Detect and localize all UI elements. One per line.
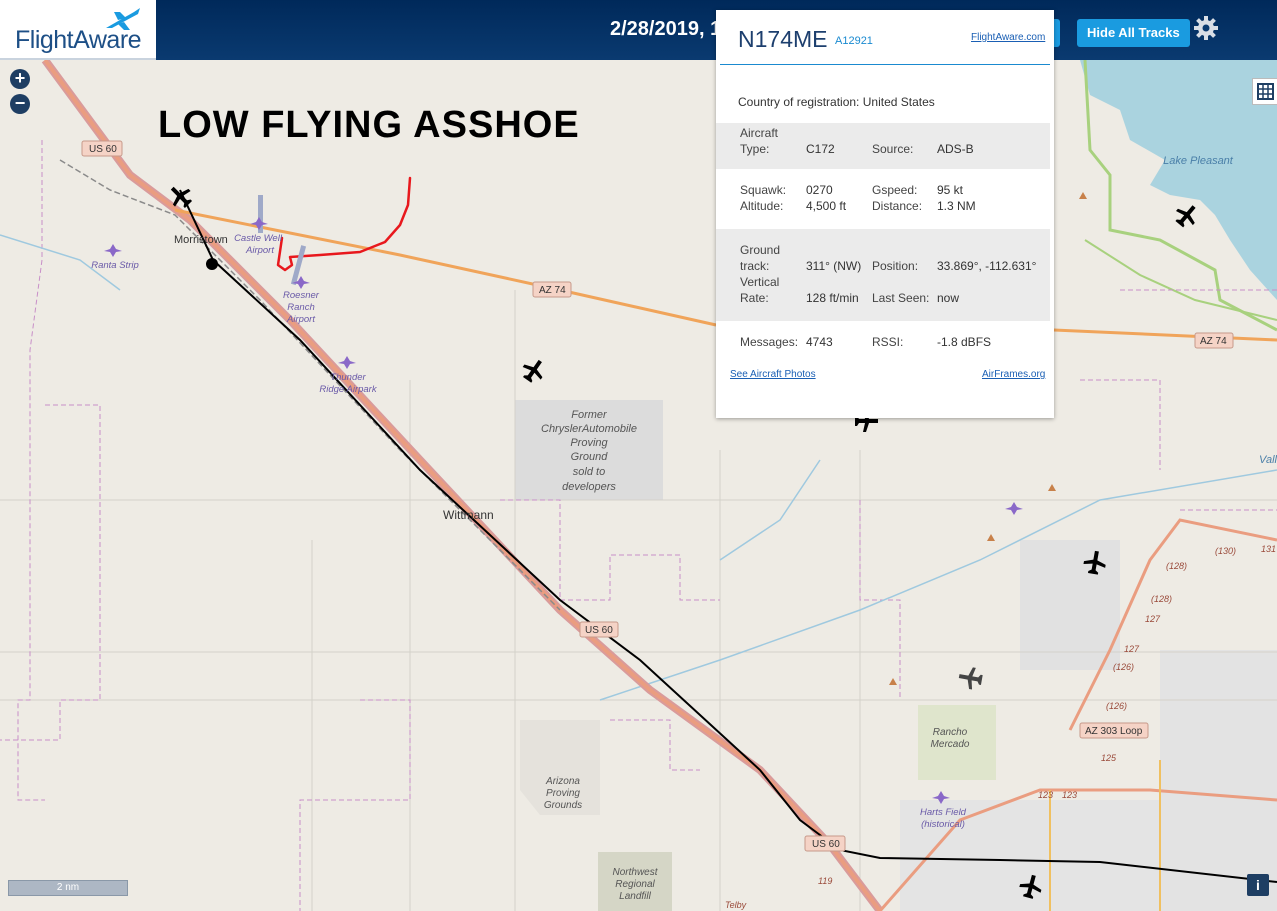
svg-text:Lake Pleasant: Lake Pleasant [1163,155,1234,167]
label-wittmann: Wittmann [443,508,494,522]
svg-text:Rancho: Rancho [933,727,968,738]
country-row: Country of registration: United States [738,95,935,109]
svg-text:Airport: Airport [245,245,274,256]
svg-text:Castle Well: Castle Well [234,233,283,244]
svg-text:Ridge Airpark: Ridge Airpark [319,384,377,395]
svg-text:Roesner: Roesner [283,290,320,301]
messages-row: Messages: 4743 RSSI: -1.8 dBFS [740,335,992,349]
label-us60-b: US 60 [585,625,613,636]
label-az74-b: AZ 74 [1200,336,1227,347]
svg-text:sold to: sold to [573,466,605,478]
logo-text: FlightAware [15,26,142,54]
label-morristown: Morristown [174,234,228,246]
gear-icon[interactable] [1193,15,1219,41]
svg-text:Former: Former [571,409,608,421]
svg-text:Vall: Vall [1259,454,1277,466]
svg-text:(128): (128) [1151,594,1172,604]
label-us60-c: US 60 [812,839,840,850]
svg-text:ChryslerAutomobile: ChryslerAutomobile [541,423,637,435]
svg-text:119: 119 [818,876,832,886]
scale-bar: 2 nm [8,880,128,896]
svg-text:Thunder: Thunder [330,372,366,383]
svg-text:125: 125 [1101,753,1117,763]
flightaware-logo[interactable]: FlightAware [0,0,156,60]
annotation-text: LOW FLYING ASSHOE [158,104,580,146]
divider [720,64,1050,65]
svg-text:123: 123 [1038,790,1053,800]
flightaware-link[interactable]: FlightAware.com [971,32,1045,43]
svg-text:Regional: Regional [615,879,655,890]
type-row: Aircraft Type: C172 Source: ADS-B [716,123,1050,169]
svg-text:Mercado: Mercado [931,739,970,750]
svg-text:Ranch: Ranch [287,302,314,313]
svg-text:Proving: Proving [570,437,608,449]
svg-text:(126): (126) [1113,662,1134,672]
hide-all-tracks-button[interactable]: Hide All Tracks [1077,19,1190,47]
map-canvas[interactable]: US 60 AZ 74 US 60 AZ 74 US 60 AZ 303 Loo… [0,60,1277,911]
zoom-in-button[interactable]: + [10,69,30,89]
svg-text:(126): (126) [1106,701,1127,711]
svg-text:Ranta Strip: Ranta Strip [91,260,139,271]
registration: N174ME [738,26,828,52]
svg-text:127: 127 [1145,614,1161,624]
svg-text:(130): (130) [1215,546,1236,556]
svg-text:Arizona: Arizona [545,776,580,787]
svg-text:Landfill: Landfill [619,891,651,902]
svg-text:127: 127 [1124,644,1140,654]
svg-text:Telby: Telby [725,900,747,910]
label-us60-a: US 60 [89,144,117,155]
svg-text:Northwest: Northwest [612,867,658,878]
aircraft-popup: N174ME A12921 FlightAware.com Country of… [716,10,1054,418]
svg-text:Airport: Airport [286,314,315,325]
track-row: Ground track: 311° (NW) Vertical Rate: 1… [716,229,1050,321]
label-az74-a: AZ 74 [539,285,566,296]
aircraft-photos-link[interactable]: See Aircraft Photos [730,369,816,380]
svg-text:Grounds: Grounds [544,800,582,811]
svg-text:Harts Field: Harts Field [920,807,967,818]
hex-code: A12921 [835,35,873,47]
svg-text:Ground: Ground [571,451,609,463]
svg-text:(128): (128) [1166,561,1187,571]
grid-icon [1257,83,1274,100]
date-time: 2/28/2019, 1 [610,18,722,40]
svg-text:131: 131 [1261,544,1276,554]
label-az303: AZ 303 Loop [1085,726,1143,737]
squawk-row: Squawk: 0270 Altitude: 4,500 ft Gspeed: … [740,183,976,213]
svg-text:Proving: Proving [546,788,580,799]
zoom-out-button[interactable]: − [10,94,30,114]
svg-text:(historical): (historical) [921,819,965,830]
layers-button[interactable] [1252,78,1277,105]
airframes-link[interactable]: AirFrames.org [982,369,1045,380]
svg-text:developers: developers [562,481,616,493]
svg-text:123: 123 [1062,790,1077,800]
info-button[interactable]: i [1247,874,1269,896]
